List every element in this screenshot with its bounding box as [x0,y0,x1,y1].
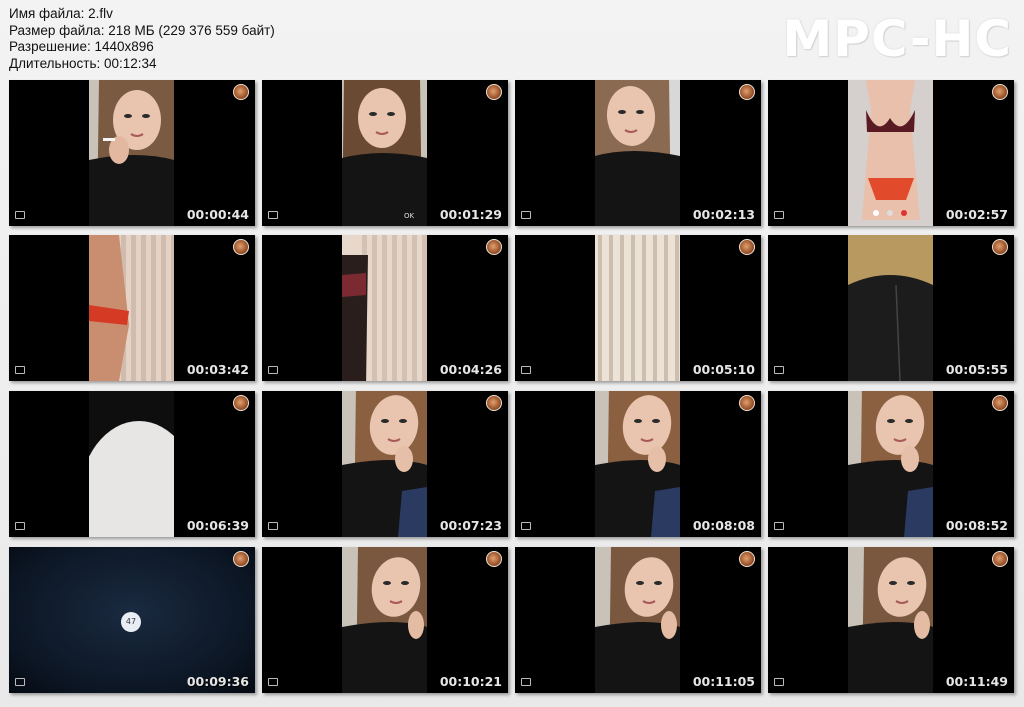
thumbnail-timestamp: 00:07:23 [439,518,502,533]
thumbnail-frame [848,80,933,226]
video-thumbnail[interactable]: 00:00:44 [9,80,255,226]
thumbnail-timestamp: 00:03:42 [186,362,249,377]
video-thumbnail[interactable]: 00:06:39 [9,391,255,537]
avatar-icon [233,395,249,411]
camera-icon [15,522,25,530]
camera-icon [268,678,278,686]
camera-icon [521,678,531,686]
camera-icon [15,366,25,374]
video-thumbnail[interactable]: OK 00:01:29 [262,80,508,226]
camera-icon [521,522,531,530]
camera-icon [521,366,531,374]
thumbnail-frame [848,391,933,537]
thumbnail-frame [595,391,680,537]
thumbnail-timestamp: 00:08:52 [945,518,1008,533]
video-thumbnail[interactable]: 00:11:05 [515,547,761,693]
thumbnail-frame [342,391,427,537]
video-thumbnail[interactable]: 00:04:26 [262,235,508,381]
thumbnail-timestamp: 00:02:13 [692,207,755,222]
thumbnail-timestamp: 00:05:55 [945,362,1008,377]
thumbnail-frame: 47 [9,547,255,693]
camera-icon [268,366,278,374]
thumbnail-timestamp: 00:01:29 [439,207,502,222]
thumbnail-timestamp: 00:11:05 [692,674,755,689]
avatar-icon [739,395,755,411]
thumbnail-timestamp: 00:09:36 [186,674,249,689]
camera-icon [774,366,784,374]
thumbnail-timestamp: 00:05:10 [692,362,755,377]
thumbnail-grid: 00:00:44 OK 00:01:29 00:02:13 00:02:57 00… [0,0,1024,707]
video-thumbnail[interactable]: 00:02:13 [515,80,761,226]
thumbnail-timestamp: 00:06:39 [186,518,249,533]
thumbnail-frame [89,80,174,226]
camera-icon [268,522,278,530]
avatar-icon [486,551,502,567]
thumbnail-timestamp: 00:04:26 [439,362,502,377]
camera-icon [15,678,25,686]
thumbnail-frame [89,235,174,381]
thumbnail-frame [595,547,680,693]
thumbnail-timestamp: 00:02:57 [945,207,1008,222]
avatar-icon [739,551,755,567]
thumbnail-frame [342,235,427,381]
video-thumbnail[interactable]: 00:10:21 [262,547,508,693]
thumbnail-timestamp: 00:00:44 [186,207,249,222]
thumbnail-timestamp: 00:11:49 [945,674,1008,689]
svg-text:OK: OK [404,212,415,220]
thumbnail-frame: OK [342,80,427,226]
camera-icon [774,678,784,686]
video-thumbnail[interactable]: 00:11:49 [768,547,1014,693]
video-thumbnail[interactable]: 00:07:23 [262,391,508,537]
camera-icon [774,211,784,219]
avatar-icon [233,239,249,255]
camera-icon [268,211,278,219]
call-badge: 47 [121,612,141,632]
thumbnail-frame [595,80,680,226]
thumbnail-frame [89,391,174,537]
avatar-icon [992,395,1008,411]
video-thumbnail[interactable]: 00:08:08 [515,391,761,537]
camera-icon [15,211,25,219]
video-thumbnail[interactable]: 00:03:42 [9,235,255,381]
thumbnail-timestamp: 00:10:21 [439,674,502,689]
avatar-icon [739,239,755,255]
camera-icon [521,211,531,219]
video-thumbnail[interactable]: 00:05:10 [515,235,761,381]
avatar-icon [992,551,1008,567]
avatar-icon [486,239,502,255]
video-thumbnail[interactable]: 47 00:09:36 [9,547,255,693]
video-thumbnail[interactable]: 00:08:52 [768,391,1014,537]
avatar-icon [486,84,502,100]
avatar-icon [992,239,1008,255]
video-thumbnail[interactable]: 00:02:57 [768,80,1014,226]
video-thumbnail[interactable]: 00:05:55 [768,235,1014,381]
avatar-icon [739,84,755,100]
thumbnail-timestamp: 00:08:08 [692,518,755,533]
thumbnail-frame [342,547,427,693]
thumbnail-frame [848,547,933,693]
avatar-icon [233,551,249,567]
camera-icon [774,522,784,530]
thumbnail-frame [848,235,933,381]
thumbnail-frame [595,235,680,381]
avatar-icon [233,84,249,100]
avatar-icon [992,84,1008,100]
avatar-icon [486,395,502,411]
